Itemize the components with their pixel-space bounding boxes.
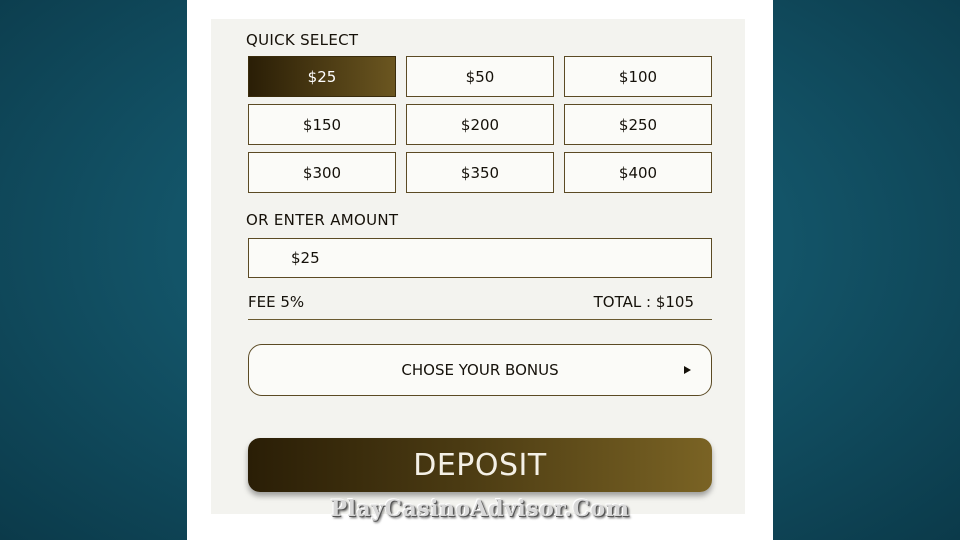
amount-option-25[interactable]: $25	[248, 56, 396, 97]
amount-option-100[interactable]: $100	[564, 56, 712, 97]
amount-option-50[interactable]: $50	[406, 56, 554, 97]
total-label: TOTAL : $105	[593, 293, 694, 311]
quick-select-label: QUICK SELECT	[246, 31, 359, 49]
play-arrow-icon	[684, 366, 691, 374]
amount-input[interactable]	[248, 238, 712, 278]
fee-label: FEE 5%	[248, 293, 305, 311]
deposit-button[interactable]: DEPOSIT	[248, 438, 712, 492]
enter-amount-label: OR ENTER AMOUNT	[246, 211, 399, 229]
amount-option-350[interactable]: $350	[406, 152, 554, 193]
amount-option-300[interactable]: $300	[248, 152, 396, 193]
amount-option-150[interactable]: $150	[248, 104, 396, 145]
deposit-label: DEPOSIT	[413, 447, 547, 483]
choose-bonus-button[interactable]: CHOSE YOUR BONUS	[248, 344, 712, 396]
deposit-panel: QUICK SELECT $25 $50 $100 $150 $200 $250…	[187, 0, 773, 540]
watermark: PlayCasinoAdvisor.Com	[330, 496, 630, 522]
quick-select-grid: $25 $50 $100 $150 $200 $250 $300 $350 $4…	[248, 56, 712, 193]
deposit-form: QUICK SELECT $25 $50 $100 $150 $200 $250…	[211, 19, 745, 514]
amount-option-400[interactable]: $400	[564, 152, 712, 193]
fee-summary-row: FEE 5% TOTAL : $105	[248, 291, 712, 320]
amount-option-250[interactable]: $250	[564, 104, 712, 145]
choose-bonus-label: CHOSE YOUR BONUS	[401, 361, 559, 379]
amount-option-200[interactable]: $200	[406, 104, 554, 145]
